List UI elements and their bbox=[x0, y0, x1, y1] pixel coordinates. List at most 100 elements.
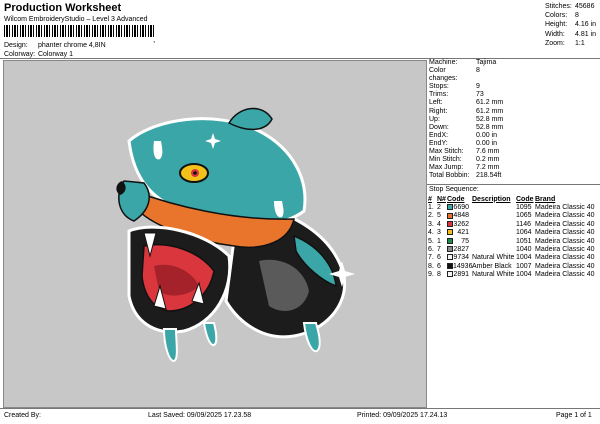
color-code: 2891 bbox=[453, 271, 469, 279]
info-label: Machine: bbox=[429, 59, 458, 66]
design-row: Design: phanter chrome 4,8IN bbox=[4, 42, 106, 49]
row-number: 3. bbox=[428, 220, 434, 228]
info-label: Total Bobbin: bbox=[429, 172, 470, 180]
row-number: 2. bbox=[428, 212, 434, 220]
needle-number: 5 bbox=[437, 212, 441, 220]
stat-value: 4.81 in bbox=[575, 30, 597, 38]
color-code-cell: 3262 bbox=[447, 220, 472, 228]
table-row: 5. 1 75 1051 Madeira Classic 40 bbox=[428, 237, 599, 245]
summary-stats: Stitches: 45686 Colors: 8 Height: 4.16 in W… bbox=[545, 2, 596, 48]
color-code-cell: 9734 bbox=[447, 254, 472, 262]
colorway-label: Colorway: bbox=[4, 51, 36, 58]
table-row: 1. 2 6690 1095 Madeira Classic 40 bbox=[428, 203, 599, 211]
color-code-cell: 421 bbox=[447, 228, 472, 236]
info-label: Down: bbox=[429, 123, 449, 131]
colorway-row: Colorway: Colorway 1 bbox=[4, 51, 73, 58]
color-code: 9734 bbox=[453, 254, 469, 262]
info-label: Up: bbox=[429, 115, 440, 123]
created-by: Created By: bbox=[4, 412, 41, 419]
thread-description bbox=[472, 203, 516, 211]
thread-brand: Madeira Classic 40 bbox=[535, 254, 595, 262]
needle-number: 6 bbox=[437, 254, 441, 262]
needle-number: 7 bbox=[437, 245, 441, 253]
color-code: 3262 bbox=[453, 220, 469, 228]
info-value: 9 bbox=[476, 83, 480, 91]
thread-description bbox=[472, 220, 516, 228]
color-code: 6690 bbox=[453, 203, 469, 211]
color-code: 4848 bbox=[453, 212, 469, 220]
machine-info: Machine: Tajima Color changes: 8 Stops: 9 T… bbox=[428, 59, 600, 180]
thread-brand: Madeira Classic 40 bbox=[535, 245, 595, 253]
info-value: Tajima bbox=[476, 59, 497, 66]
stat-value: 1:1 bbox=[575, 39, 585, 47]
info-label: Max Jump: bbox=[429, 164, 464, 172]
thread-description: Natural White bbox=[472, 254, 515, 262]
design-value: phanter chrome 4,8IN bbox=[37, 42, 106, 49]
colorway-value: Colorway 1 bbox=[37, 51, 73, 58]
stat-label: Colors: bbox=[545, 12, 568, 20]
stop-sequence-title: Stop Sequence: bbox=[429, 186, 479, 193]
color-code: 14936 bbox=[453, 262, 473, 270]
thread-code: 1051 bbox=[516, 237, 532, 245]
info-value: 61.2 mm bbox=[476, 99, 504, 107]
row-number: 5. bbox=[428, 237, 434, 245]
table-row: 6. 7 2827 1040 Madeira Classic 40 bbox=[428, 245, 599, 253]
page-number: Page 1 of 1 bbox=[556, 412, 592, 419]
info-value: 0.00 in bbox=[476, 139, 498, 147]
thread-code: 1065 bbox=[516, 212, 532, 220]
table-row: 4. 3 421 1064 Madeira Classic 40 bbox=[428, 228, 599, 236]
info-label: Right: bbox=[429, 107, 448, 115]
column-header: # bbox=[428, 195, 432, 203]
table-row: 7. 6 9734 Natural White 1004 Madeira Classic … bbox=[428, 254, 599, 262]
thread-description bbox=[472, 212, 516, 220]
info-label: Left: bbox=[429, 99, 443, 107]
app-subtitle: Wilcom EmbroideryStudio – Level 3 Advanc… bbox=[4, 16, 148, 23]
info-value: 8 bbox=[476, 67, 480, 75]
barcode-mark: , bbox=[153, 35, 156, 44]
info-label: Color changes: bbox=[429, 67, 458, 83]
design-label: Design: bbox=[4, 42, 28, 49]
column-header: Code bbox=[516, 195, 534, 203]
color-code: 421 bbox=[457, 229, 469, 237]
color-code: 75 bbox=[461, 237, 469, 245]
divider bbox=[427, 184, 600, 185]
thread-description: Amber Black bbox=[472, 262, 512, 270]
page-title: Production Worksheet bbox=[4, 2, 122, 14]
needle-number: 2 bbox=[437, 203, 441, 211]
info-value: 0.2 mm bbox=[476, 156, 500, 164]
thread-brand: Madeira Classic 40 bbox=[535, 229, 595, 237]
thread-brand: Madeira Classic 40 bbox=[535, 220, 595, 228]
needle-number: 6 bbox=[437, 262, 441, 270]
table-row: 9. 8 2891 Natural White 1004 Madeira Classic … bbox=[428, 270, 599, 278]
row-number: 7. bbox=[428, 254, 434, 262]
info-value: 7.6 mm bbox=[476, 148, 500, 156]
stat-label: Height: bbox=[545, 21, 568, 29]
thread-brand: Madeira Classic 40 bbox=[535, 237, 595, 245]
color-code-cell: 75 bbox=[447, 237, 472, 245]
thread-brand: Madeira Classic 40 bbox=[535, 203, 595, 211]
column-header: Code bbox=[447, 195, 465, 203]
info-label: Stops: bbox=[429, 83, 449, 91]
thread-code: 1004 bbox=[516, 254, 532, 262]
needle-number: 4 bbox=[437, 220, 441, 228]
info-label: EndY: bbox=[429, 139, 448, 147]
row-number: 6. bbox=[428, 245, 434, 253]
thread-description bbox=[472, 237, 516, 245]
info-value: 73 bbox=[476, 91, 484, 99]
info-value: 218.54ft bbox=[476, 172, 502, 180]
column-header: N# bbox=[437, 195, 446, 203]
info-value: 52.8 mm bbox=[476, 123, 504, 131]
info-label: EndX: bbox=[429, 131, 449, 139]
row-number: 4. bbox=[428, 229, 434, 237]
thread-description bbox=[472, 245, 516, 253]
color-code-cell: 2827 bbox=[447, 245, 472, 253]
info-value: 7.2 mm bbox=[476, 164, 500, 172]
color-code-cell: 14936 bbox=[447, 262, 472, 270]
table-row: 3. 4 3262 1146 Madeira Classic 40 bbox=[428, 220, 599, 228]
stat-value: 8 bbox=[575, 12, 579, 20]
thread-brand: Madeira Classic 40 bbox=[535, 271, 595, 279]
last-saved: Last Saved: 09/09/2025 17.23.58 bbox=[148, 412, 252, 419]
barcode bbox=[4, 25, 156, 37]
stat-value: 45686 bbox=[575, 3, 595, 10]
column-header: Description bbox=[472, 195, 511, 203]
